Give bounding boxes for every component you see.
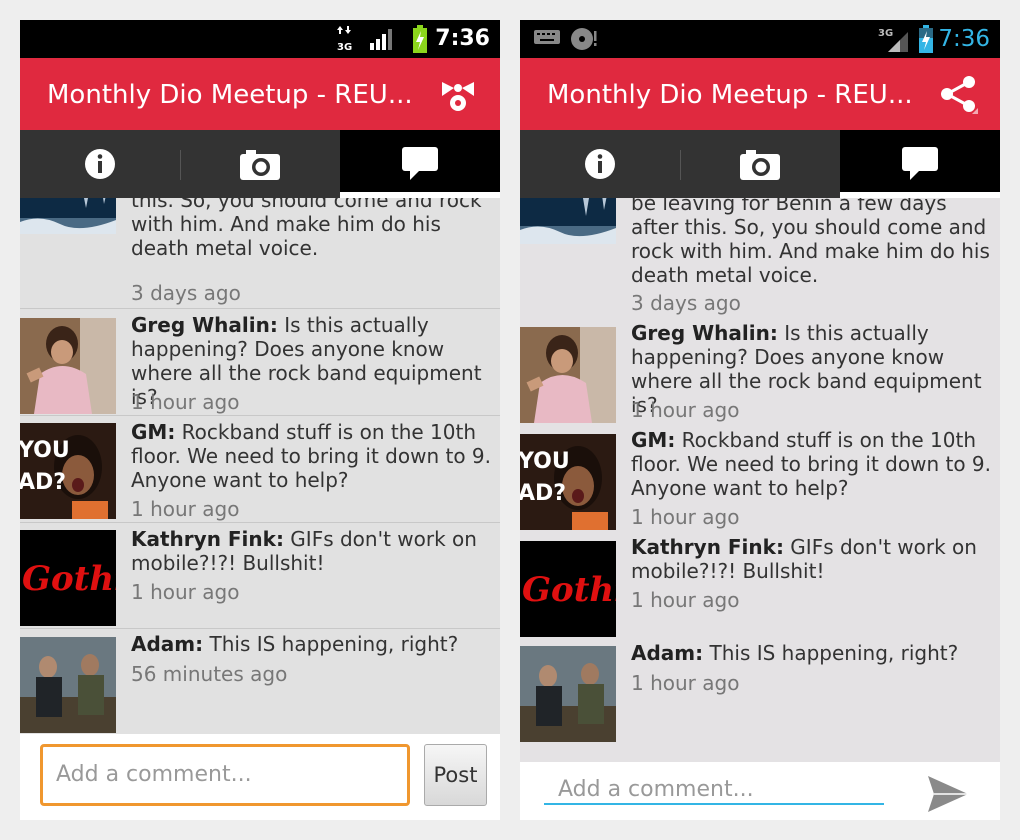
svg-text:Gothic: Gothic (522, 570, 616, 610)
comment-time: 1 hour ago (631, 588, 740, 612)
signal-icon (370, 29, 392, 50)
comment-input[interactable]: Add a comment... (40, 744, 410, 806)
comment-time: 1 hour ago (131, 390, 240, 414)
tab-bar (520, 130, 1000, 198)
comment-text: Adam: This IS happening, right? (631, 641, 995, 665)
phone-screen-holo-style: 3G 7:36 Monthly Dio Meetup - REU... be l… (520, 20, 1000, 820)
comment-row: Greg Whalin: Is this actually happening?… (520, 317, 1000, 424)
battery-charging-icon (413, 25, 427, 53)
comment-row: Greg Whalin: Is this actually happening?… (20, 309, 500, 416)
comment-author: Greg Whalin: (631, 321, 778, 345)
rsvp-badge-icon[interactable] (438, 74, 478, 114)
share-icon[interactable] (938, 74, 978, 114)
info-icon (585, 149, 615, 179)
phone-screen-old-style: 3G 7:36 Monthly Dio Meetup - REU... this… (20, 20, 500, 820)
comment-text: GM: Rockband stuff is on the 10th floor.… (631, 428, 995, 500)
action-bar: Monthly Dio Meetup - REU... (20, 58, 500, 130)
comment-list[interactable]: this. So, you should come and rock with … (20, 198, 500, 734)
comment-text: this. So, you should come and rock with … (131, 198, 482, 260)
comment-time: 1 hour ago (631, 671, 740, 695)
post-button[interactable]: Post (424, 744, 487, 806)
comment-composer: Add a comment... Post (20, 734, 500, 820)
svg-text:AD?: AD? (20, 470, 66, 495)
svg-text:YOU: YOU (520, 449, 570, 474)
keyboard-icon (534, 30, 560, 44)
status-bar: 3G 7:36 (20, 20, 500, 58)
comment-author: Greg Whalin: (131, 313, 278, 337)
comment-time: 1 hour ago (131, 580, 240, 604)
comment-body: Rockband stuff is on the 10th floor. We … (131, 420, 492, 492)
avatar: Gothic (520, 541, 616, 637)
comment-list[interactable]: be leaving for Benin a few days after th… (520, 198, 1000, 742)
comment-author: Kathryn Fink: (131, 527, 284, 551)
comment-row: YOU AD? GM: Rockband stuff is on the 10th… (520, 424, 1000, 531)
avatar: Gothic (20, 530, 116, 626)
comment-time: 3 days ago (131, 281, 241, 305)
clock: 7:36 (435, 26, 490, 51)
avatar (20, 318, 116, 414)
comment-text: Kathryn Fink: GIFs don't work on mobile?… (631, 535, 995, 583)
comment-author: Adam: (131, 632, 204, 656)
tab-photos[interactable] (180, 130, 340, 198)
comment-author: GM: (131, 420, 176, 444)
svg-text:Gothic: Gothic (22, 559, 116, 599)
avatar (520, 198, 616, 244)
chat-bubble-icon (402, 147, 438, 180)
chat-bubble-icon (902, 147, 938, 180)
svg-text:AD?: AD? (520, 481, 566, 506)
clock: 7:36 (938, 26, 990, 52)
battery-charging-icon (919, 25, 933, 53)
avatar (20, 637, 116, 733)
comment-text: Adam: This IS happening, right? (131, 632, 495, 656)
tab-bar (20, 130, 500, 198)
avatar: YOU AD? (520, 434, 616, 530)
comment-body: This IS happening, right? (203, 632, 459, 656)
camera-icon (240, 150, 280, 180)
avatar: YOU AD? (20, 423, 116, 519)
signal-icon: 3G (878, 28, 908, 52)
comment-text: GM: Rockband stuff is on the 10th floor.… (131, 420, 495, 492)
comment-time: 56 minutes ago (131, 662, 288, 686)
tab-info[interactable] (520, 130, 680, 198)
comment-body: Rockband stuff is on the 10th floor. We … (631, 428, 992, 500)
camera-icon (740, 150, 780, 180)
status-bar: 3G 7:36 (520, 20, 1000, 58)
comment-row: Adam: This IS happening, right? 1 hour a… (520, 638, 1000, 742)
send-icon[interactable] (926, 772, 970, 816)
info-icon (85, 149, 115, 179)
network-type-label: 3G (878, 28, 893, 39)
tab-photos[interactable] (680, 130, 840, 198)
comment-row: Gothic Kathryn Fink: GIFs don't work on … (20, 523, 500, 629)
avatar (520, 327, 616, 423)
comment-text: Kathryn Fink: GIFs don't work on mobile?… (131, 527, 495, 575)
page-title: Monthly Dio Meetup - REU... (547, 80, 913, 110)
comment-time: 1 hour ago (631, 398, 740, 422)
comment-text: be leaving for Benin a few days after th… (631, 198, 990, 287)
comment-time: 1 hour ago (131, 497, 240, 521)
avatar (20, 198, 116, 234)
sync-disc-icon (571, 28, 597, 50)
comment-row: Adam: This IS happening, right? 56 minut… (20, 629, 500, 734)
comment-body: This IS happening, right? (703, 641, 959, 665)
action-bar: Monthly Dio Meetup - REU... (520, 58, 1000, 130)
network-type-label: 3G (337, 42, 352, 52)
comment-author: Kathryn Fink: (631, 535, 784, 559)
page-title: Monthly Dio Meetup - REU... (47, 80, 413, 110)
comment-input[interactable]: Add a comment... (544, 765, 884, 805)
avatar (520, 646, 616, 742)
comment-row: this. So, you should come and rock with … (20, 198, 500, 309)
comment-row: YOU AD? GM: Rockband stuff is on the 10th… (20, 416, 500, 523)
tab-info[interactable] (20, 130, 180, 198)
tab-comments[interactable] (840, 130, 1000, 198)
comment-time: 3 days ago (631, 291, 741, 315)
comment-author: GM: (631, 428, 676, 452)
comment-row: be leaving for Benin a few days after th… (520, 198, 1000, 317)
comment-row: Gothic Kathryn Fink: GIFs don't work on … (520, 531, 1000, 638)
tab-comments[interactable] (340, 130, 500, 198)
comment-author: Adam: (631, 641, 704, 665)
comment-composer: Add a comment... (520, 762, 1000, 820)
data-3g-icon: 3G (337, 26, 352, 52)
comment-time: 1 hour ago (631, 505, 740, 529)
svg-text:YOU: YOU (20, 438, 70, 463)
